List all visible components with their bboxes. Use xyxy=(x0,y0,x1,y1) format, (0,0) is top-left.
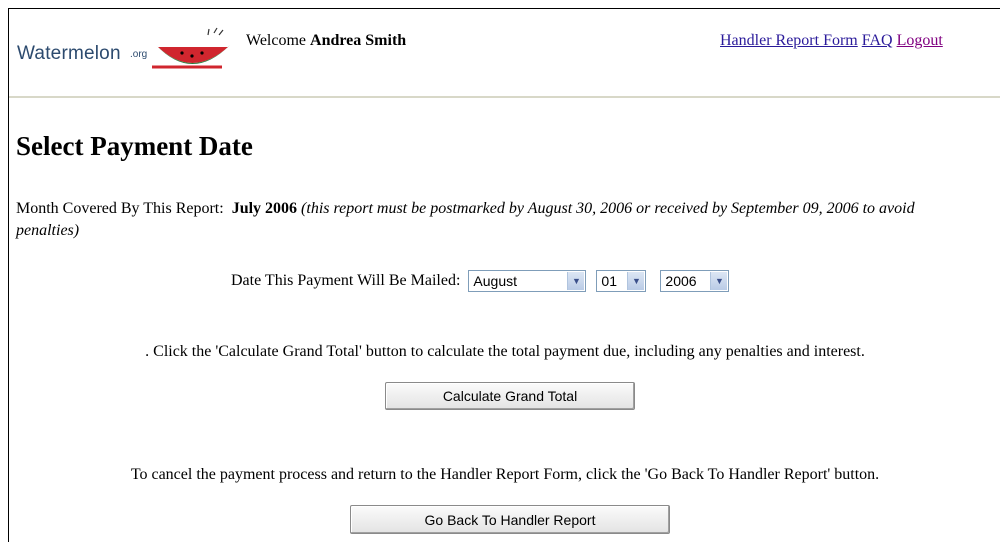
logout-link[interactable]: Logout xyxy=(897,32,943,49)
calculate-grand-total-button[interactable]: Calculate Grand Total xyxy=(385,382,635,410)
mail-date-row: Date This Payment Will Be Mailed: August… xyxy=(231,270,730,292)
cancel-instruction: To cancel the payment process and return… xyxy=(130,466,880,483)
month-select-value: August xyxy=(473,273,517,289)
welcome-message: Welcome Andrea Smith xyxy=(246,32,406,50)
logo-text: Watermelon xyxy=(17,43,121,64)
day-select[interactable]: 01 ▼ xyxy=(596,270,647,292)
handler-report-form-link[interactable]: Handler Report Form xyxy=(720,32,858,49)
header-divider xyxy=(9,96,1000,98)
welcome-prefix: Welcome xyxy=(246,32,307,49)
month-select[interactable]: August ▼ xyxy=(468,270,587,292)
chevron-down-icon[interactable]: ▼ xyxy=(627,272,645,290)
site-logo[interactable]: Watermelon .org xyxy=(17,23,232,73)
page-title: Select Payment Date xyxy=(16,131,253,161)
user-name: Andrea Smith xyxy=(310,32,407,49)
header: Watermelon .org Welcome Andrea Smith Han… xyxy=(9,9,1000,95)
chevron-down-icon[interactable]: ▼ xyxy=(710,272,728,290)
mail-date-label: Date This Payment Will Be Mailed: xyxy=(231,272,461,289)
go-back-to-handler-report-button[interactable]: Go Back To Handler Report xyxy=(350,505,670,534)
month-value: July 2006 xyxy=(231,200,298,217)
watermelon-slice-icon xyxy=(152,27,230,69)
day-select-value: 01 xyxy=(601,273,617,289)
year-select-value: 2006 xyxy=(665,273,697,289)
month-label: Month Covered By This Report: xyxy=(16,200,224,217)
year-select[interactable]: 2006 ▼ xyxy=(660,270,730,292)
top-nav: Handler Report Form FAQ Logout xyxy=(720,32,943,50)
chevron-down-icon[interactable]: ▼ xyxy=(567,272,585,290)
logo-suffix: .org xyxy=(130,49,148,60)
page-frame: Watermelon .org Welcome Andrea Smith Han… xyxy=(8,8,1000,542)
calculate-instruction: . Click the 'Calculate Grand Total' butt… xyxy=(145,343,865,360)
month-covered: Month Covered By This Report: July 2006 … xyxy=(16,198,946,242)
faq-link[interactable]: FAQ xyxy=(862,32,893,49)
